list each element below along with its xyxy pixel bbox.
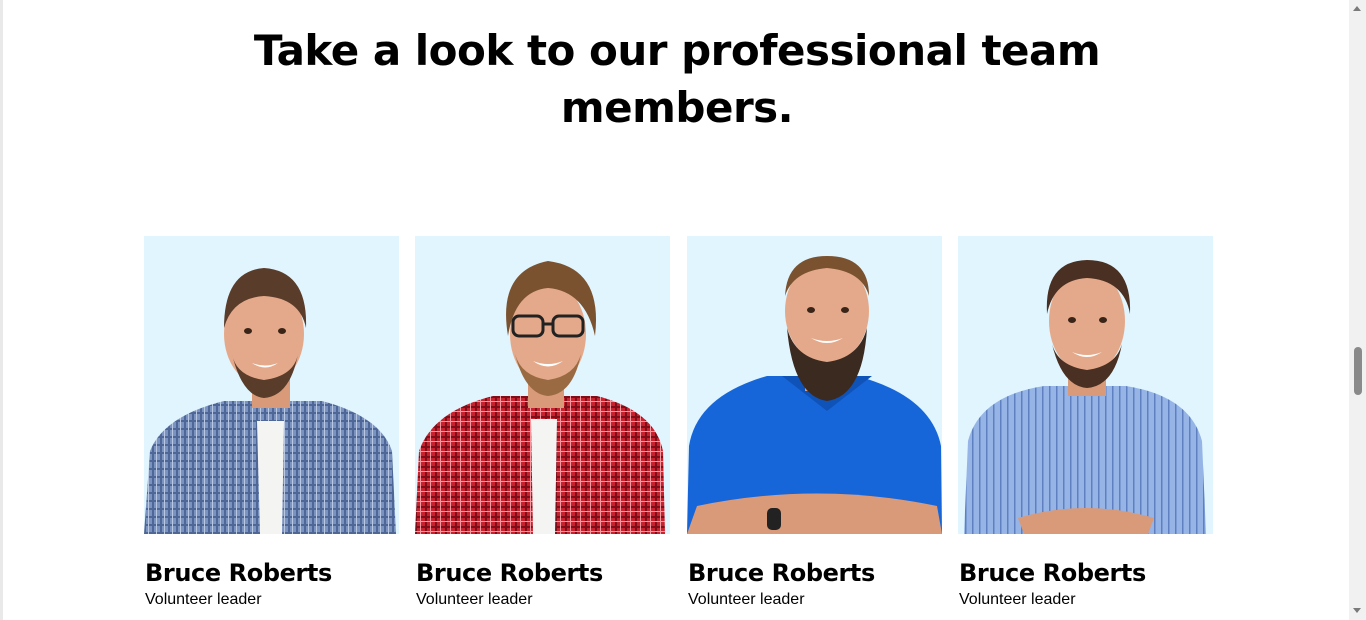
vertical-scrollbar[interactable] <box>1349 0 1366 620</box>
team-member-photo <box>144 236 399 534</box>
team-card[interactable]: Bruce Roberts Volunteer leader <box>958 236 1213 608</box>
section-heading: Take a look to our professional team mem… <box>3 22 1351 136</box>
team-member-photo <box>687 236 942 534</box>
member-role: Volunteer leader <box>688 591 805 608</box>
member-name: Bruce Roberts <box>959 559 1146 587</box>
person-image <box>687 256 942 534</box>
member-name: Bruce Roberts <box>416 559 603 587</box>
member-role: Volunteer leader <box>416 591 533 608</box>
page: Take a look to our professional team mem… <box>0 0 1366 620</box>
team-card[interactable]: Bruce Roberts Volunteer leader <box>144 236 399 608</box>
person-image <box>144 268 396 534</box>
team-card[interactable]: Bruce Roberts Volunteer leader <box>415 236 670 608</box>
member-name: Bruce Roberts <box>688 559 875 587</box>
member-role: Volunteer leader <box>145 591 262 608</box>
team-member-photo <box>958 236 1213 534</box>
section-heading-line1: Take a look to our professional team <box>253 26 1101 75</box>
member-role: Volunteer leader <box>959 591 1076 608</box>
person-image <box>415 261 665 534</box>
team-card[interactable]: Bruce Roberts Volunteer leader <box>687 236 942 608</box>
member-name: Bruce Roberts <box>145 559 332 587</box>
scroll-down-icon[interactable] <box>1353 608 1361 613</box>
scrollbar-thumb[interactable] <box>1354 347 1362 395</box>
team-member-photo <box>415 236 670 534</box>
section-heading-line2: members. <box>560 83 794 132</box>
scroll-up-icon[interactable] <box>1353 6 1361 11</box>
team-grid: Bruce Roberts Volunteer leader Bruce Rob… <box>141 236 1213 620</box>
person-image <box>964 260 1206 534</box>
